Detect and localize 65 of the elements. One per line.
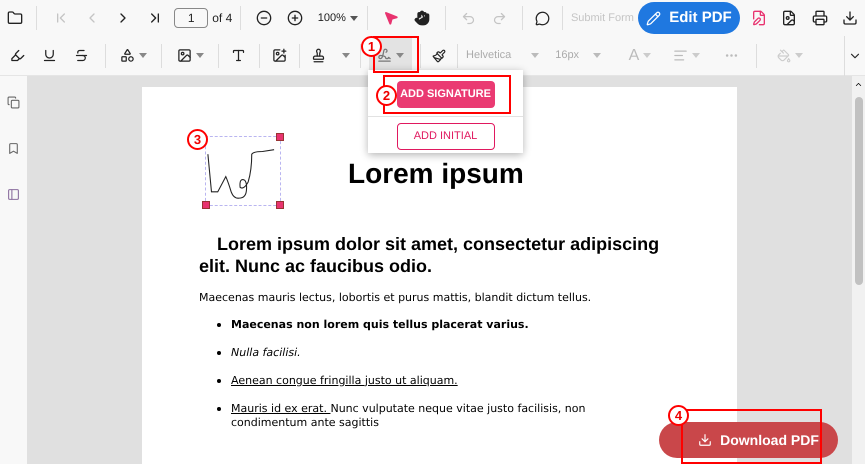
signature-stroke	[207, 147, 275, 199]
caret-icon	[396, 53, 404, 58]
pointer-icon	[383, 10, 400, 26]
paint-bucket-icon	[777, 48, 792, 62]
stamp-icon	[310, 48, 326, 63]
print-icon	[812, 10, 828, 26]
caret-icon	[531, 53, 540, 58]
bullet-icon	[217, 406, 221, 410]
page-icon	[781, 10, 798, 26]
brush-icon	[432, 48, 446, 62]
document-title: Lorem ipsum	[348, 159, 524, 189]
resize-handle[interactable]	[276, 133, 284, 141]
bullet-icon	[217, 322, 221, 326]
scroll-thumb[interactable]	[854, 97, 862, 285]
text-box-icon	[231, 48, 246, 63]
zoom-out-icon	[256, 10, 272, 26]
pencil-icon	[646, 10, 662, 26]
zoom-dropdown[interactable]: 100%	[318, 4, 360, 32]
comment-icon	[535, 10, 550, 26]
list-item-text: Nulla facilisi.	[231, 346, 301, 360]
bullet-icon	[217, 350, 221, 354]
resize-handle[interactable]	[202, 201, 210, 209]
pages-icon	[7, 96, 20, 108]
form-edit-icon	[751, 10, 768, 26]
hand-icon	[414, 10, 430, 26]
font-family-dropdown[interactable]: Helvetica	[466, 42, 548, 70]
document-heading: Lorem ipsum dolor sit amet, consectetur adipiscing elit. Nunc ac faucibus odio.	[199, 233, 660, 277]
add-initial-button[interactable]: ADD INITIAL	[396, 123, 494, 150]
add-signature-button[interactable]: ADD SIGNATURE	[396, 81, 494, 108]
caret-icon	[692, 53, 700, 58]
download-icon	[698, 433, 712, 447]
caret-icon	[139, 53, 148, 58]
caret-icon	[350, 16, 358, 20]
caret-icon	[342, 53, 350, 58]
list-item-text: Aenean congue fringilla justo ut aliquam.	[231, 374, 458, 388]
download-icon	[842, 10, 858, 26]
caret-icon	[592, 53, 601, 58]
caret-icon	[795, 53, 804, 58]
font-size-dropdown[interactable]: 16px	[555, 42, 605, 70]
redo-icon	[492, 10, 507, 26]
image-icon	[176, 48, 192, 63]
page-number-field[interactable]: 1	[174, 8, 208, 28]
document-paragraph: Maecenas mauris lectus, lobortis et purus mattis, blandit dictum tellus.	[199, 290, 592, 306]
strikethrough-icon	[74, 48, 89, 63]
bookmark-icon	[7, 142, 20, 154]
resize-handle[interactable]	[276, 201, 284, 209]
caret-icon	[196, 53, 204, 58]
list-item-text: Maecenas non lorem quis tellus placerat varius.	[231, 318, 529, 332]
download-pdf-button[interactable]: Download PDF	[659, 422, 838, 458]
signature-icon	[377, 48, 392, 63]
edit-pdf-button[interactable]: Edit PDF	[638, 2, 740, 34]
scroll-up-icon	[854, 80, 863, 89]
add-image-icon	[272, 48, 287, 63]
panel-icon	[7, 188, 20, 200]
undo-icon	[461, 10, 476, 26]
underline-icon	[42, 48, 57, 63]
shapes-icon	[120, 48, 136, 63]
bullet-icon	[217, 378, 221, 382]
page-count: of 4	[212, 10, 232, 27]
folder-icon	[7, 10, 24, 26]
align-left-icon	[672, 48, 688, 63]
caret-icon	[643, 53, 652, 58]
list-item-text: Mauris id ex erat. Nunc vulputate neque vitae justo facilisis, non condimentum ante sagittis	[231, 402, 586, 430]
highlighter-icon	[10, 48, 26, 63]
zoom-in-icon	[286, 10, 303, 26]
